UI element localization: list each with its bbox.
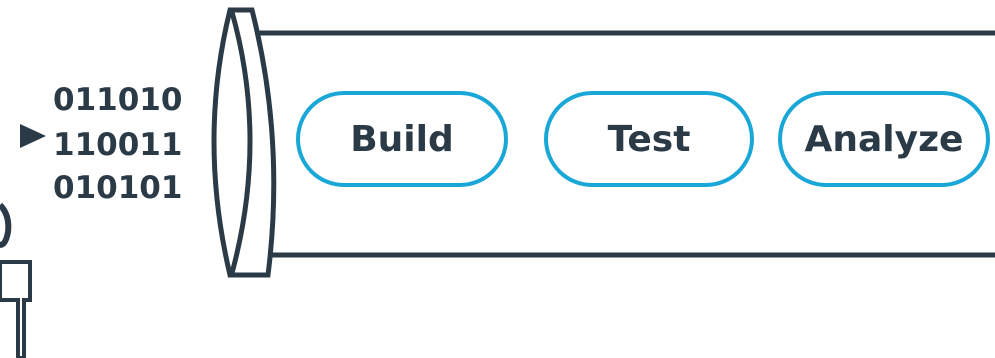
binary-line-3: 010101 (53, 170, 182, 206)
plug-connector-icon (0, 202, 32, 358)
stage-test: Test (544, 91, 754, 187)
binary-line-2: 110011 (53, 127, 182, 163)
pipe-opening (211, 7, 277, 278)
stage-label-test: Test (608, 119, 691, 160)
arrow-right-icon (20, 124, 46, 148)
binary-input: 011010 110011 010101 (53, 82, 182, 206)
pipeline-diagram: Build Test Analyze 011010 110011 010101 (0, 7, 995, 358)
stage-build: Build (296, 91, 508, 187)
pipe-cap-outer (211, 7, 277, 278)
plug-body (0, 260, 32, 358)
binary-line-1: 011010 (53, 82, 182, 118)
stage-label-build: Build (350, 119, 454, 160)
stage-analyze: Analyze (778, 91, 990, 187)
plug-hook (0, 202, 12, 248)
stage-label-analyze: Analyze (805, 119, 964, 160)
